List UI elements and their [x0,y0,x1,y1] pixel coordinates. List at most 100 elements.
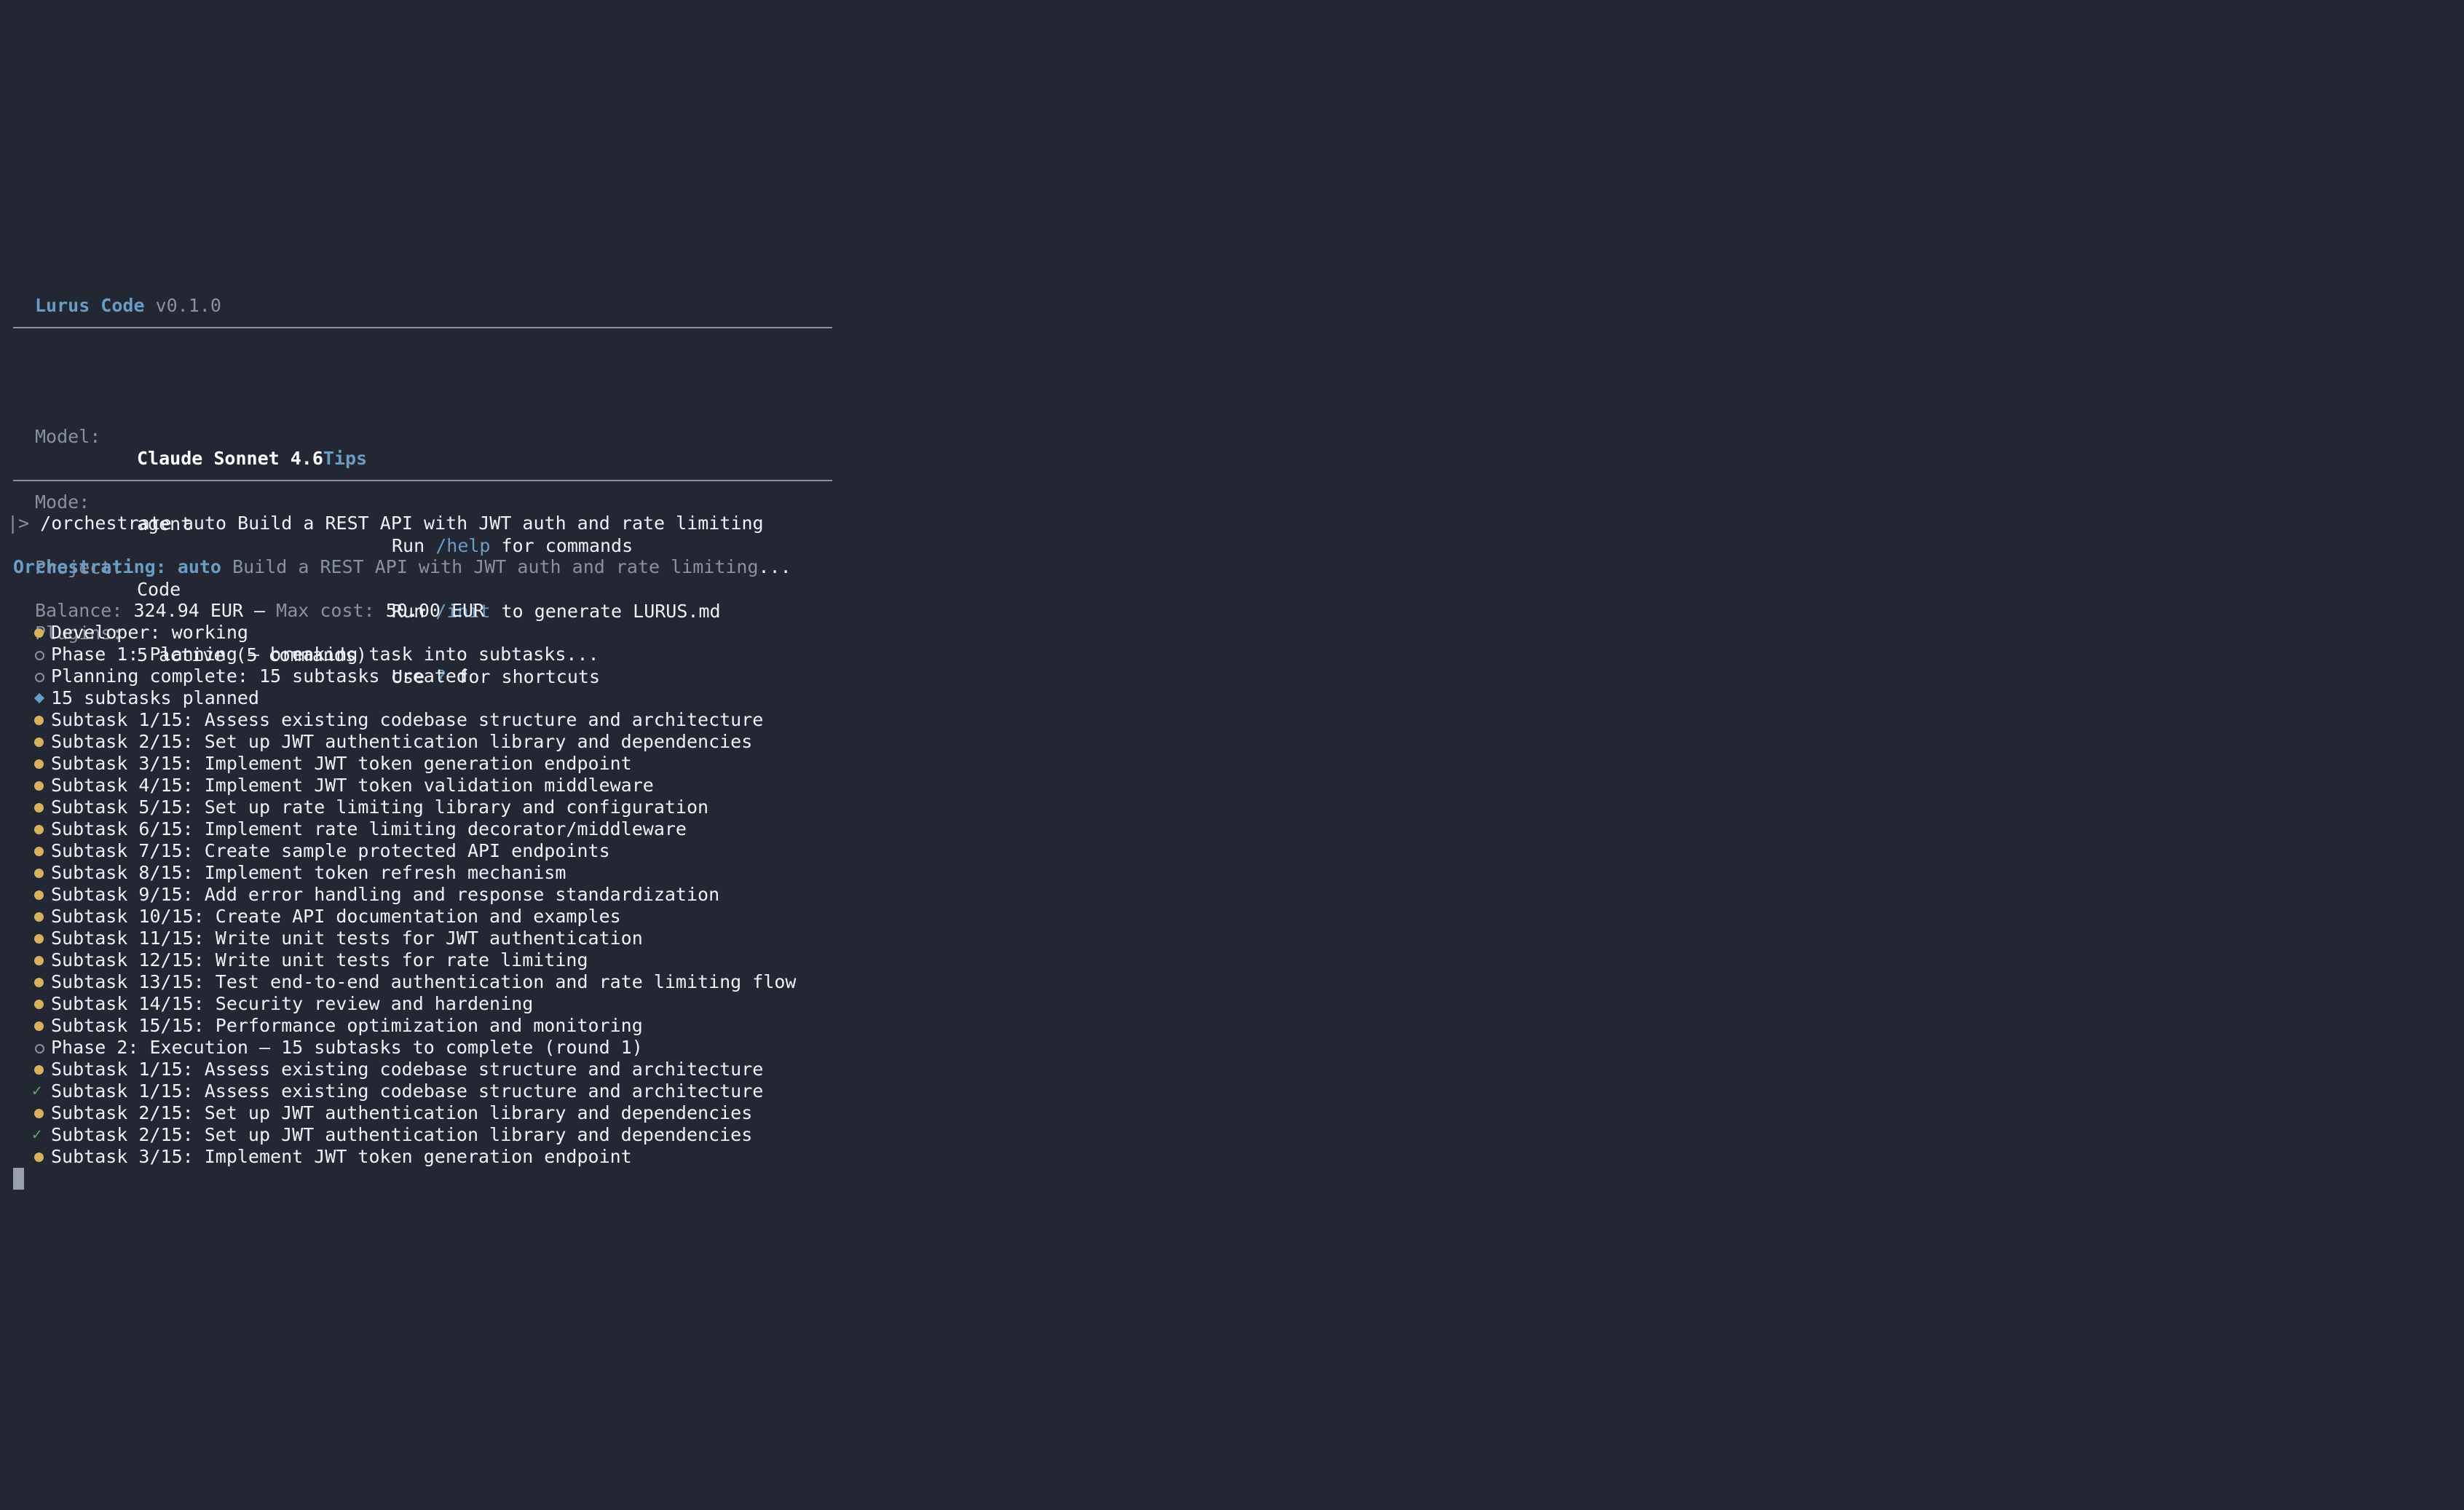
orchestration-log: Developer: working Phase 1: Planning — br… [32,622,797,1168]
divider-top [13,327,832,328]
working-dot-icon [32,906,51,928]
check-icon: ✓ [32,1082,42,1100]
log-entry-text: Subtask 1/15: Assess existing codebase s… [51,1059,764,1080]
balance-line: Balance: 324.94 EUR — Max cost: 50.00 EU… [35,600,485,621]
log-entry: Subtask 2/15: Set up JWT authentication … [32,1102,797,1124]
log-entry: Subtask 3/15: Implement JWT token genera… [32,753,797,775]
max-cost-label: Max cost: [276,600,375,621]
info-row-model: Model: Claude Sonnet 4.6Tips [35,404,836,469]
balance-label: Balance: [35,600,123,621]
working-dot-icon [32,949,51,971]
log-entry: Subtask 11/15: Write unit tests for JWT … [32,928,797,949]
app-name: Lurus Code [35,295,145,316]
log-entry-text: Subtask 7/15: Create sample protected AP… [51,840,610,861]
tips-heading: Tips [323,448,368,469]
log-entry: Phase 2: Execution — 15 subtasks to comp… [32,1037,797,1059]
working-dot-icon [32,1015,51,1037]
log-entry-text: Subtask 2/15: Set up JWT authentication … [51,731,753,752]
orchestrating-task: Build a REST API with JWT auth and rate … [232,556,759,577]
log-entry: Subtask 2/15: Set up JWT authentication … [32,731,797,753]
log-entry-text: Subtask 12/15: Write unit tests for rate… [51,949,588,971]
working-dot-icon [32,1102,51,1124]
prompt-command: /orchestrate auto Build a REST API with … [40,513,764,534]
log-entry: Developer: working [32,622,797,644]
log-entry: Subtask 3/15: Implement JWT token genera… [32,1146,797,1168]
working-dot-icon [32,840,51,862]
log-entry-text: Subtask 4/15: Implement JWT token valida… [51,775,654,796]
working-dot-icon [32,1059,51,1080]
pending-circle-icon [32,1037,51,1059]
working-dot-icon [32,928,51,949]
log-entry: Subtask 4/15: Implement JWT token valida… [32,775,797,796]
working-dot-icon [32,622,51,644]
pending-circle-icon [32,665,51,687]
prompt-symbol-icon: |> [7,513,30,534]
max-cost-value: 50.00 EUR [385,600,485,621]
log-entry-text: Subtask 13/15: Test end-to-end authentic… [51,971,797,992]
log-entry-text: Subtask 6/15: Implement rate limiting de… [51,818,687,839]
log-entry-text: Planning complete: 15 subtasks created [51,665,467,687]
log-entry: Subtask 15/15: Performance optimization … [32,1015,797,1037]
project-value: Code [137,579,181,600]
log-entry-text: Subtask 3/15: Implement JWT token genera… [51,753,632,774]
divider-bottom [13,480,832,481]
model-value-group: Claude Sonnet 4.6Tips [137,448,367,470]
working-dot-icon [32,971,51,993]
log-entry-text: Subtask 5/15: Set up rate limiting libra… [51,796,709,818]
log-entry: Subtask 1/15: Assess existing codebase s… [32,709,797,731]
log-entry-text: Subtask 8/15: Implement token refresh me… [51,862,566,883]
working-dot-icon [32,731,51,753]
working-dot-icon [32,1146,51,1168]
log-entry-text: Developer: working [51,622,248,643]
log-entry: Subtask 14/15: Security review and harde… [32,993,797,1015]
working-dot-icon [32,884,51,906]
log-entry-text: Subtask 14/15: Security review and harde… [51,993,534,1014]
log-entry: Phase 1: Planning — breaking task into s… [32,644,797,665]
orchestration-status: Orchestrating: auto Build a REST API wit… [13,556,791,577]
log-entry: Subtask 13/15: Test end-to-end authentic… [32,971,797,993]
log-entry: Subtask 10/15: Create API documentation … [32,906,797,928]
log-entry-text: Subtask 2/15: Set up JWT authentication … [51,1124,753,1145]
log-entry-text: Phase 1: Planning — breaking task into s… [51,644,599,665]
log-entry: Subtask 8/15: Implement token refresh me… [32,862,797,884]
terminal-window[interactable]: Lurus Code v0.1.0 Model: Claude Sonnet 4… [0,0,2464,1510]
log-entry: Subtask 7/15: Create sample protected AP… [32,840,797,862]
working-dot-icon [32,775,51,796]
diamond-icon [32,687,51,709]
pending-circle-icon [32,644,51,665]
log-entry: ✓ Subtask 2/15: Set up JWT authentication… [32,1124,797,1146]
orchestrating-mode: auto [177,556,221,577]
working-dot-icon [32,709,51,731]
terminal-cursor[interactable] [13,1168,24,1190]
working-dot-icon [32,818,51,840]
log-entry-text: Subtask 11/15: Write unit tests for JWT … [51,928,643,949]
log-entry: Subtask 5/15: Set up rate limiting libra… [32,796,797,818]
log-entry-text: Subtask 10/15: Create API documentation … [51,906,621,927]
log-entry-text: Phase 2: Execution — 15 subtasks to comp… [51,1037,643,1058]
log-entry-text: Subtask 3/15: Implement JWT token genera… [51,1146,632,1167]
log-entry-text: Subtask 1/15: Assess existing codebase s… [51,1080,764,1102]
app-version: v0.1.0 [155,295,221,316]
log-entry-text: Subtask 9/15: Add error handling and res… [51,884,720,905]
working-dot-icon [32,753,51,775]
log-entry: Subtask 12/15: Write unit tests for rate… [32,949,797,971]
app-header: Lurus Code v0.1.0 [35,295,221,317]
model-label: Model: [35,426,101,447]
info-row-project: Project: Code Run /init to generate LURU… [35,535,836,622]
log-entry: 15 subtasks planned [32,687,797,709]
log-entry: Subtask 6/15: Implement rate limiting de… [32,818,797,840]
check-icon: ✓ [32,1126,42,1144]
model-value: Claude Sonnet 4.6 [137,448,323,469]
log-entry: Subtask 9/15: Add error handling and res… [32,884,797,906]
log-entry: Planning complete: 15 subtasks created [32,665,797,687]
log-entry-text: Subtask 15/15: Performance optimization … [51,1015,643,1036]
working-dot-icon [32,862,51,884]
log-entry-text: Subtask 1/15: Assess existing codebase s… [51,709,764,730]
log-entry: Subtask 1/15: Assess existing codebase s… [32,1059,797,1080]
mode-label: Mode: [35,491,90,513]
log-entry-text: Subtask 2/15: Set up JWT authentication … [51,1102,753,1123]
log-entry: ✓ Subtask 1/15: Assess existing codebase … [32,1080,797,1102]
prompt-line: |> /orchestrate auto Build a REST API wi… [7,513,764,534]
orchestrating-label: Orchestrating: [13,556,167,577]
working-dot-icon [32,993,51,1015]
